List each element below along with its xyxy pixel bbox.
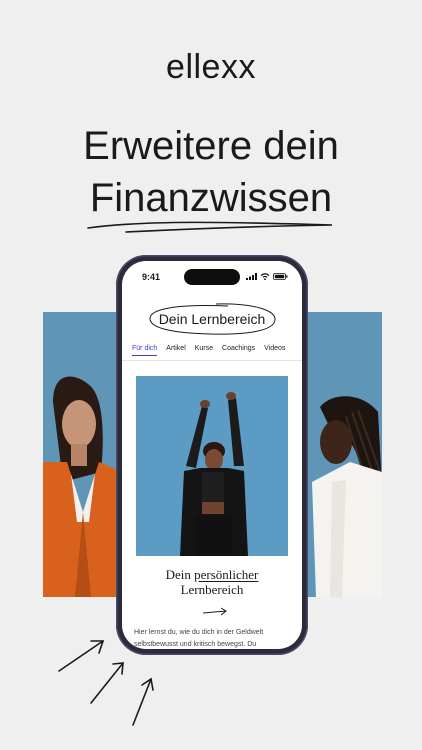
handdrawn-underline bbox=[87, 221, 332, 233]
side-photo-left bbox=[43, 312, 123, 597]
card-title-highlight: persönlicher bbox=[194, 567, 259, 582]
tab-videos[interactable]: Videos bbox=[264, 345, 285, 356]
tab-coachings[interactable]: Coachings bbox=[222, 345, 255, 356]
tab-kurse[interactable]: Kurse bbox=[195, 345, 213, 356]
headline-line1: Erweitere dein bbox=[83, 124, 339, 168]
battery-icon bbox=[273, 273, 288, 280]
status-icons bbox=[246, 273, 288, 280]
wifi-icon bbox=[260, 273, 270, 280]
card-title-part1: Dein bbox=[165, 567, 191, 582]
status-time: 9:41 bbox=[142, 272, 161, 282]
card-title-part2: Lernbereich bbox=[180, 582, 244, 597]
headline: Erweitere dein Finanzwissen bbox=[0, 120, 422, 233]
category-tabs: Für dich Artikel Kurse Coachings Videos bbox=[132, 345, 298, 356]
screen-title: Dein Lernbereich bbox=[158, 311, 266, 327]
arrow-right-icon[interactable] bbox=[202, 607, 228, 617]
handdrawn-arrows-icon bbox=[58, 640, 154, 726]
headline-line2: Finanzwissen bbox=[89, 176, 333, 220]
card-title: Dein persönlicher Lernbereich bbox=[122, 567, 302, 597]
dynamic-island bbox=[184, 269, 240, 285]
tab-artikel[interactable]: Artikel bbox=[166, 345, 185, 356]
hero-image[interactable] bbox=[136, 376, 288, 556]
headline-line2-wrap: Finanzwissen bbox=[87, 172, 333, 233]
phone-mockup: 9:41 Dein Lernbereich Für dich Artikel K… bbox=[116, 255, 308, 655]
tabs-divider bbox=[122, 360, 302, 361]
phone-screen: 9:41 Dein Lernbereich Für dich Artikel K… bbox=[122, 261, 302, 649]
tab-fuer-dich[interactable]: Für dich bbox=[132, 345, 158, 356]
signal-icon bbox=[246, 273, 257, 280]
brand-logo: ellexx bbox=[166, 48, 256, 86]
side-photo-right bbox=[302, 312, 382, 597]
